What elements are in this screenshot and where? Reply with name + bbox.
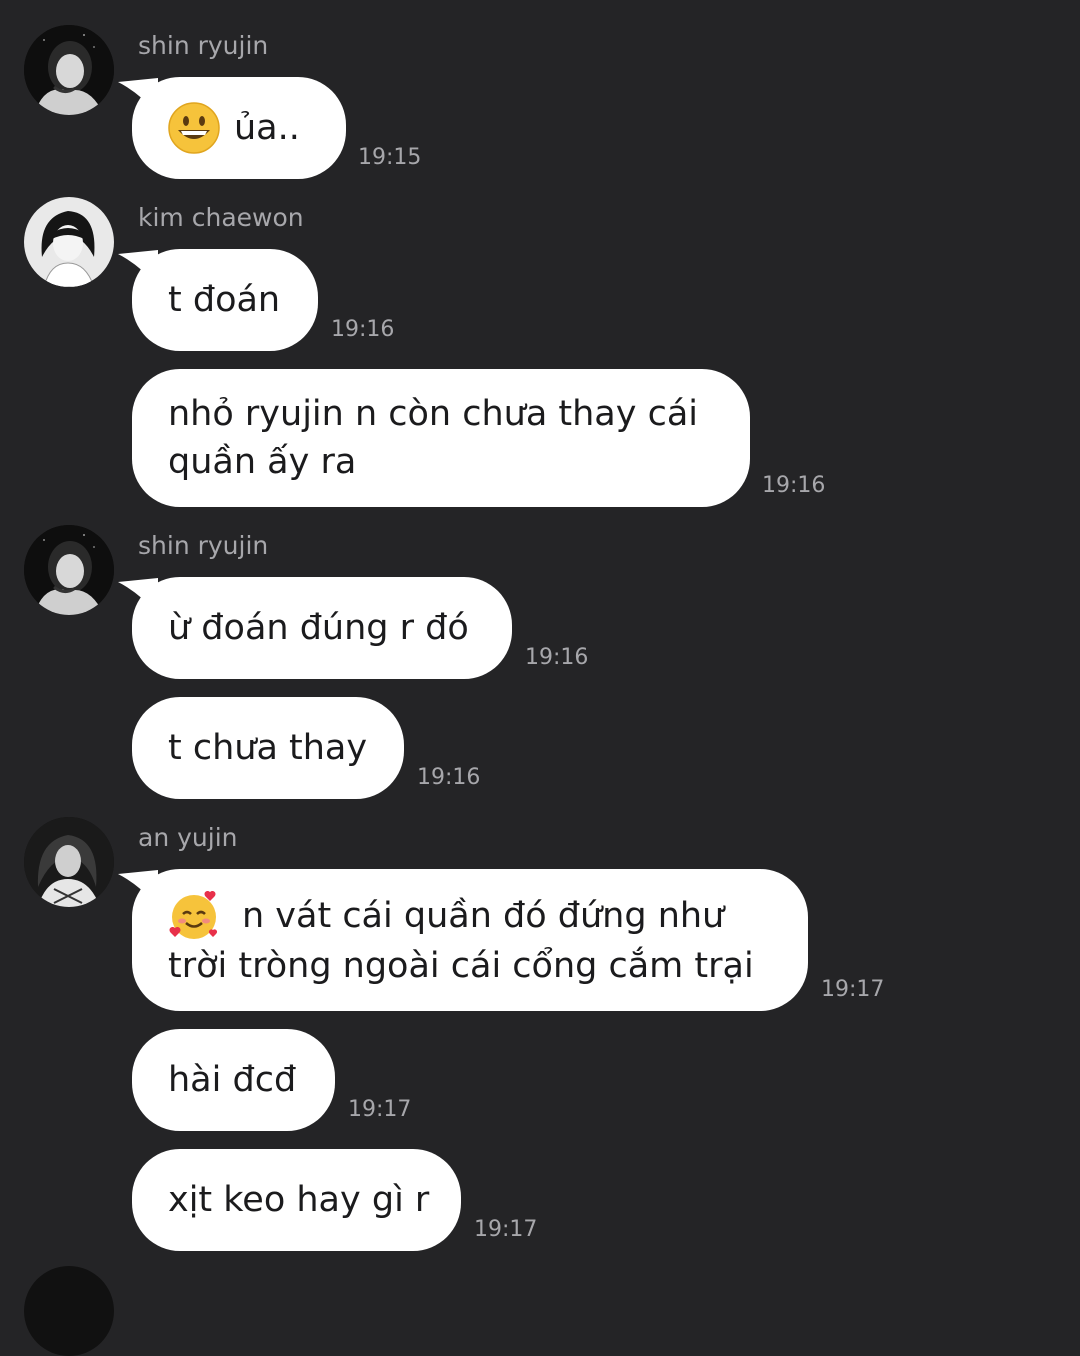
message-text: t đoán bbox=[168, 280, 281, 320]
message-text-line: nhỏ ryujin n còn chưa thay cái bbox=[168, 394, 699, 434]
message-time: 19:17 bbox=[348, 1097, 412, 1122]
profile-photo-icon bbox=[24, 197, 114, 287]
avatar-next[interactable] bbox=[24, 1266, 114, 1356]
message-time: 19:16 bbox=[525, 645, 589, 670]
message-text-line: n vát cái quần đó đứng như bbox=[242, 896, 725, 936]
message-time: 19:16 bbox=[417, 765, 481, 790]
message-time: 19:16 bbox=[331, 317, 395, 342]
message-text: ừ đoán đúng r đó bbox=[168, 608, 469, 648]
message-text: ủa.. bbox=[234, 108, 300, 148]
avatar-shin-ryujin[interactable] bbox=[24, 25, 114, 115]
message-bubble[interactable]: ủa.. bbox=[132, 77, 346, 179]
sender-name: kim chaewon bbox=[138, 203, 304, 232]
message-time: 19:15 bbox=[358, 145, 422, 170]
message-bubble[interactable]: t chưa thay bbox=[132, 697, 404, 799]
sender-name: shin ryujin bbox=[138, 531, 269, 560]
message-text-line: trời tròng ngoài cái cổng cắm trại bbox=[168, 946, 754, 986]
message-text: hài đcđ bbox=[168, 1060, 297, 1100]
smiling-face-with-hearts-icon bbox=[169, 890, 218, 939]
message-text: xịt keo hay gì r bbox=[168, 1180, 430, 1220]
avatar-kim-chaewon[interactable] bbox=[24, 197, 114, 287]
profile-photo-icon bbox=[24, 817, 114, 907]
message-time: 19:17 bbox=[474, 1217, 538, 1242]
message-text: t chưa thay bbox=[168, 728, 368, 768]
message-time: 19:17 bbox=[821, 977, 885, 1002]
message-bubble[interactable]: n vát cái quần đó đứng như trời tròng ng… bbox=[132, 869, 808, 1011]
message-text-line: quần ấy ra bbox=[168, 442, 357, 482]
message-bubble[interactable]: nhỏ ryujin n còn chưa thay cái quần ấy r… bbox=[132, 369, 750, 507]
message-bubble[interactable]: t đoán bbox=[132, 249, 318, 351]
profile-photo-icon bbox=[24, 25, 114, 115]
avatar-shin-ryujin[interactable] bbox=[24, 525, 114, 615]
sender-name: an yujin bbox=[138, 823, 238, 852]
message-first-line: n vát cái quần đó đứng như bbox=[168, 890, 724, 942]
profile-photo-icon bbox=[24, 525, 114, 615]
message-bubble[interactable]: ừ đoán đúng r đó bbox=[132, 577, 512, 679]
grinning-face-icon bbox=[168, 102, 220, 154]
message-bubble[interactable]: xịt keo hay gì r bbox=[132, 1149, 461, 1251]
avatar-an-yujin[interactable] bbox=[24, 817, 114, 907]
message-time: 19:16 bbox=[762, 473, 826, 498]
sender-name: shin ryujin bbox=[138, 31, 269, 60]
message-bubble[interactable]: hài đcđ bbox=[132, 1029, 335, 1131]
